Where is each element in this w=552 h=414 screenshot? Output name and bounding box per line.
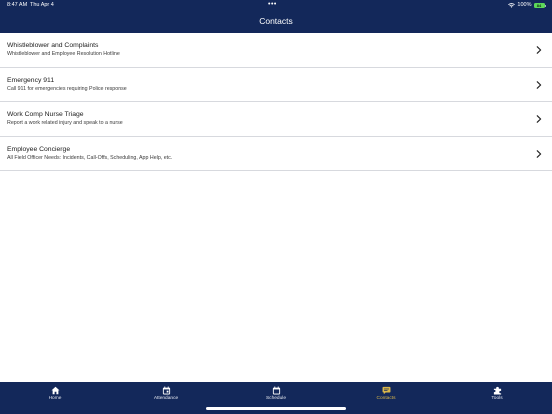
top-bar: 8:47 AM Thu Apr 4 ••• 100% 84 Contacts [0, 0, 552, 33]
multitasking-dots-icon[interactable]: ••• [268, 0, 277, 10]
home-icon [51, 386, 59, 395]
contact-row-concierge[interactable]: Employee Concierge All Field Officer Nee… [0, 136, 552, 171]
tab-home[interactable]: Home [0, 382, 110, 414]
contact-description: Report a work related injury and speak t… [7, 120, 123, 126]
contact-description: All Field Officer Needs: Incidents, Call… [7, 154, 173, 161]
contact-row-emergency[interactable]: Emergency 911 Call 911 for emergencies r… [0, 67, 552, 102]
contact-description: Whistleblower and Employee Resolution Ho… [7, 51, 120, 57]
contact-row-whistleblower[interactable]: Whistleblower and Complaints Whistleblow… [0, 33, 552, 68]
status-bar: 8:47 AM Thu Apr 4 ••• 100% 84 [0, 0, 552, 11]
contact-row-nurse-triage[interactable]: Work Comp Nurse Triage Report a work rel… [0, 102, 552, 137]
chevron-right-icon [536, 46, 542, 54]
tab-contacts[interactable]: Contacts [331, 382, 441, 414]
chevron-right-icon [536, 80, 542, 89]
tab-label: Schedule [265, 396, 286, 401]
wifi-icon [508, 3, 516, 8]
chevron-right-icon [536, 149, 542, 158]
tab-tools[interactable]: Tools [442, 382, 552, 414]
contact-name: Employee Concierge [7, 145, 71, 153]
status-time: 8:47 AM [7, 2, 28, 8]
contact-description: Call 911 for emergencies requiring Polic… [7, 85, 127, 92]
tab-label: Tools [491, 396, 503, 401]
calendar-check-icon [162, 386, 170, 395]
calendar-icon [272, 386, 280, 395]
tab-label: Home [48, 396, 62, 401]
contacts-list: Whistleblower and Complaints Whistleblow… [0, 33, 552, 171]
tab-bar: Home Attendance Schedule Contacts Tools [0, 382, 552, 414]
page-title: Contacts [259, 16, 293, 26]
home-indicator[interactable] [206, 407, 346, 410]
contact-name: Emergency 911 [7, 76, 55, 84]
status-date: Thu Apr 4 [30, 2, 54, 8]
puzzle-piece-icon [493, 386, 501, 395]
status-right: 100% 84 [508, 0, 546, 11]
contact-name: Whistleblower and Complaints [7, 42, 99, 49]
contact-name: Work Comp Nurse Triage [7, 111, 84, 118]
chat-bubble-icon [382, 386, 390, 395]
battery-icon: 84 [533, 3, 546, 8]
tab-label: Attendance [153, 396, 179, 401]
tab-attendance[interactable]: Attendance [111, 382, 221, 414]
chevron-right-icon [536, 115, 542, 123]
battery-level: 84 [533, 3, 545, 8]
battery-percent: 100% [517, 2, 532, 8]
tab-label: Contacts [376, 396, 396, 401]
